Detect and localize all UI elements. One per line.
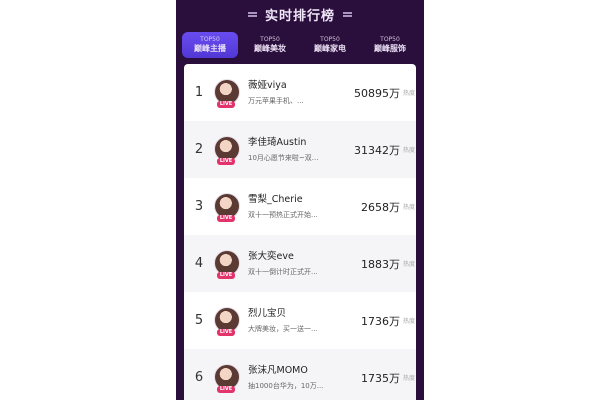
- anchor-description: 大牌美妆，买一送一...: [248, 324, 318, 333]
- ranking-row[interactable]: 6 LIVE 张沫凡MOMO 抽1000台华为，10万... 1735万 热度: [184, 349, 416, 400]
- avatar: LIVE: [214, 249, 242, 279]
- heat-count: 31342万: [354, 143, 400, 157]
- rank-number: 6: [194, 370, 204, 385]
- heat-count: 2658万: [361, 200, 400, 214]
- heat-count: 1736万: [361, 314, 400, 328]
- anchor-description: 双十一倒计时正式开...: [248, 267, 318, 276]
- phone-screen: 实时排行榜 TOP50 巅峰主播 TOP50 巅峰美妆 TOP50 巅峰家电 T…: [176, 0, 424, 400]
- category-tabs: TOP50 巅峰主播 TOP50 巅峰美妆 TOP50 巅峰家电 TOP50 巅…: [182, 32, 424, 60]
- anchor-info: 烈儿宝贝 大牌美妆，买一送一...: [248, 307, 354, 335]
- tab-top-appliances[interactable]: TOP50 巅峰家电: [302, 32, 358, 58]
- anchor-name: 烈儿宝贝: [248, 307, 287, 319]
- avatar: LIVE: [214, 78, 242, 108]
- anchor-info: 薇娅viya 万元苹果手机、...: [248, 79, 354, 107]
- tab-top-anchors[interactable]: TOP50 巅峰主播: [182, 32, 238, 58]
- tab-top-beauty[interactable]: TOP50 巅峰美妆: [242, 32, 298, 58]
- heat-label: 热度: [403, 147, 416, 154]
- rank-number: 2: [194, 142, 204, 157]
- live-badge: LIVE: [217, 271, 235, 279]
- tab-label: 巅峰美妆: [254, 44, 286, 53]
- title-decoration-left-icon: [247, 11, 257, 17]
- anchor-name: 雪梨_Cherie: [248, 193, 303, 205]
- anchor-description: 双十一预热正式开始...: [248, 210, 318, 219]
- tab-top-label: TOP50: [260, 36, 280, 43]
- avatar: LIVE: [214, 363, 242, 393]
- anchor-description: 万元苹果手机、...: [248, 96, 304, 105]
- heat-count: 1883万: [361, 257, 400, 271]
- ranking-row[interactable]: 5 LIVE 烈儿宝贝 大牌美妆，买一送一... 1736万 热度: [184, 292, 416, 349]
- avatar: LIVE: [214, 306, 242, 336]
- heat-label: 热度: [403, 90, 416, 97]
- anchor-name: 张沫凡MOMO: [248, 364, 308, 376]
- live-badge: LIVE: [217, 214, 235, 222]
- anchor-description: 抽1000台华为，10万...: [248, 381, 324, 390]
- live-badge: LIVE: [217, 157, 235, 165]
- ranking-row[interactable]: 3 LIVE 雪梨_Cherie 双十一预热正式开始... 2658万 热度: [184, 178, 416, 235]
- rank-number: 5: [194, 313, 204, 328]
- anchor-name: 张大奕eve: [248, 250, 294, 262]
- tab-partial[interactable]: T 巅: [422, 32, 424, 58]
- live-badge: LIVE: [217, 328, 235, 336]
- heat-label: 热度: [403, 318, 416, 325]
- live-badge: LIVE: [217, 385, 235, 393]
- ranking-list: 1 LIVE 薇娅viya 万元苹果手机、... 50895万 热度 2 LIV…: [184, 64, 416, 400]
- heat-label: 热度: [403, 375, 416, 382]
- avatar: LIVE: [214, 135, 242, 165]
- rank-number: 3: [194, 199, 204, 214]
- rank-number: 4: [194, 256, 204, 271]
- rank-number: 1: [194, 85, 204, 100]
- anchor-name: 薇娅viya: [248, 79, 287, 91]
- anchor-info: 张大奕eve 双十一倒计时正式开...: [248, 250, 354, 278]
- avatar: LIVE: [214, 192, 242, 222]
- header: 实时排行榜: [176, 0, 424, 28]
- anchor-info: 李佳琦Austin 10月心愿节来啦~双...: [248, 136, 354, 164]
- heat-count: 1735万: [361, 371, 400, 385]
- tab-label: 巅峰家电: [314, 44, 346, 53]
- ranking-row[interactable]: 4 LIVE 张大奕eve 双十一倒计时正式开... 1883万 热度: [184, 235, 416, 292]
- title-decoration-right-icon: [343, 11, 352, 17]
- anchor-info: 张沫凡MOMO 抽1000台华为，10万...: [248, 364, 354, 392]
- live-badge: LIVE: [217, 100, 235, 108]
- tab-label: 巅峰服饰: [374, 44, 406, 53]
- anchor-description: 10月心愿节来啦~双...: [248, 153, 319, 162]
- anchor-name: 李佳琦Austin: [248, 136, 307, 148]
- page-title: 实时排行榜: [264, 8, 335, 24]
- tab-top-label: TOP50: [200, 36, 220, 43]
- heat-label: 热度: [403, 204, 416, 211]
- tab-label: 巅峰主播: [194, 44, 226, 53]
- tab-top-apparel[interactable]: TOP50 巅峰服饰: [362, 32, 418, 58]
- ranking-row[interactable]: 2 LIVE 李佳琦Austin 10月心愿节来啦~双... 31342万 热度: [184, 121, 416, 178]
- anchor-info: 雪梨_Cherie 双十一预热正式开始...: [248, 193, 354, 221]
- heat-count: 50895万: [354, 86, 400, 100]
- heat-label: 热度: [403, 261, 416, 268]
- tab-top-label: TOP50: [380, 36, 400, 43]
- ranking-row[interactable]: 1 LIVE 薇娅viya 万元苹果手机、... 50895万 热度: [184, 64, 416, 121]
- tab-top-label: TOP50: [320, 36, 340, 43]
